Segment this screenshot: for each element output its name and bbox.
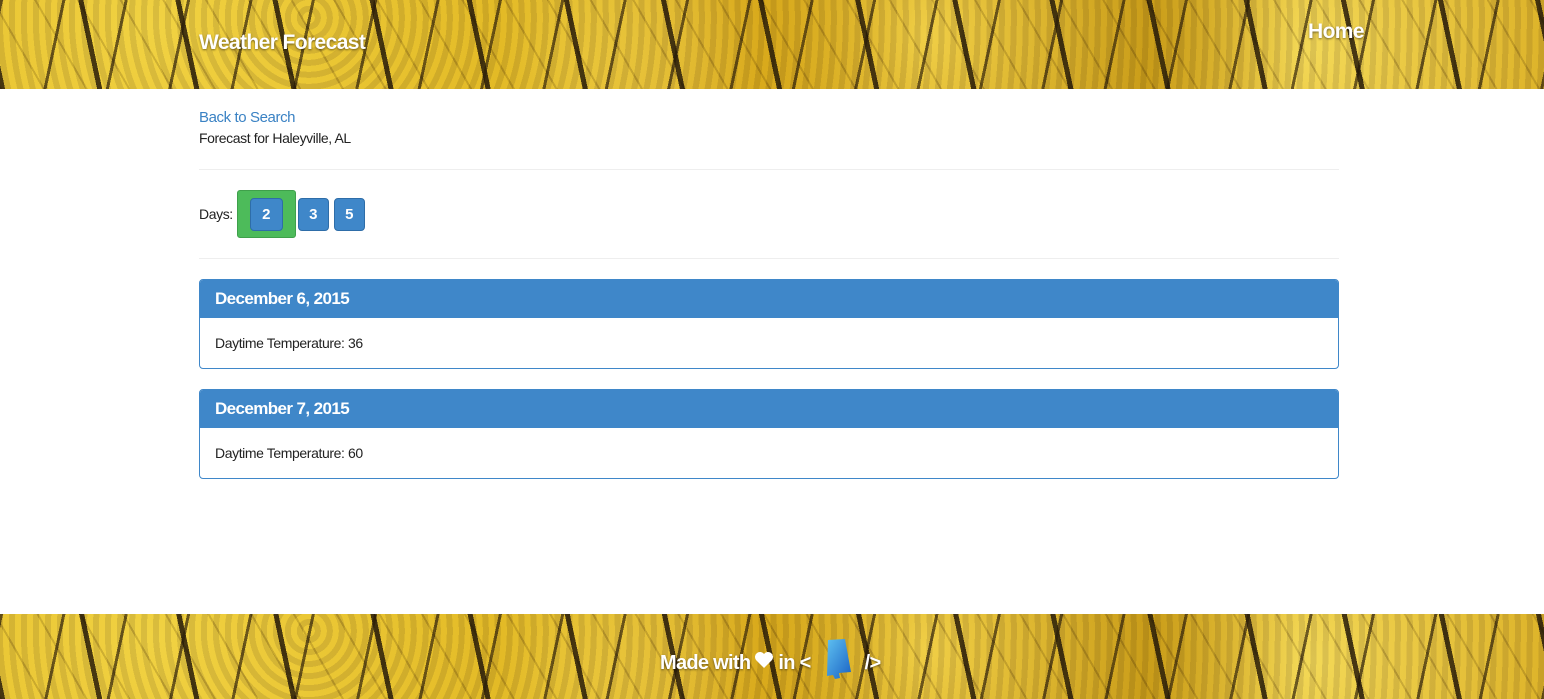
close-tag-text: /> xyxy=(864,651,882,674)
forecast-detail: Daytime Temperature: 60 xyxy=(215,445,363,461)
heart-icon xyxy=(754,651,774,675)
brand-title[interactable]: Weather Forecast xyxy=(199,31,366,55)
days-selector: Days: 2 3 5 xyxy=(199,190,370,238)
divider xyxy=(199,258,1339,259)
divider xyxy=(199,169,1339,170)
days-label: Days: xyxy=(199,206,233,222)
forecast-panel: December 7, 2015 Daytime Temperature: 60 xyxy=(199,389,1339,479)
alabama-state-icon xyxy=(825,638,853,688)
header-banner: Weather Forecast Home xyxy=(0,0,1544,89)
day-option-3-button[interactable]: 3 xyxy=(297,197,329,231)
back-to-search-link[interactable]: Back to Search xyxy=(199,109,296,126)
in-text: in < xyxy=(778,651,811,674)
day-option-5-button[interactable]: 5 xyxy=(333,197,365,231)
forecast-detail: Daytime Temperature: 36 xyxy=(215,335,363,351)
day-option-2-button[interactable]: 2 xyxy=(249,197,283,231)
day-option-2-selected[interactable]: 2 xyxy=(236,190,296,238)
made-with-credit: Made with in < /> xyxy=(660,638,882,688)
forecast-location: Forecast for Haleyville, AL xyxy=(199,130,351,146)
nav-home-link[interactable]: Home xyxy=(1308,20,1365,44)
forecast-date: December 7, 2015 xyxy=(200,390,1338,428)
made-with-text: Made with xyxy=(660,651,751,674)
forecast-panel: December 6, 2015 Daytime Temperature: 36 xyxy=(199,279,1339,369)
footer-banner: Made with in < /> xyxy=(0,614,1544,699)
forecast-date: December 6, 2015 xyxy=(200,280,1338,318)
